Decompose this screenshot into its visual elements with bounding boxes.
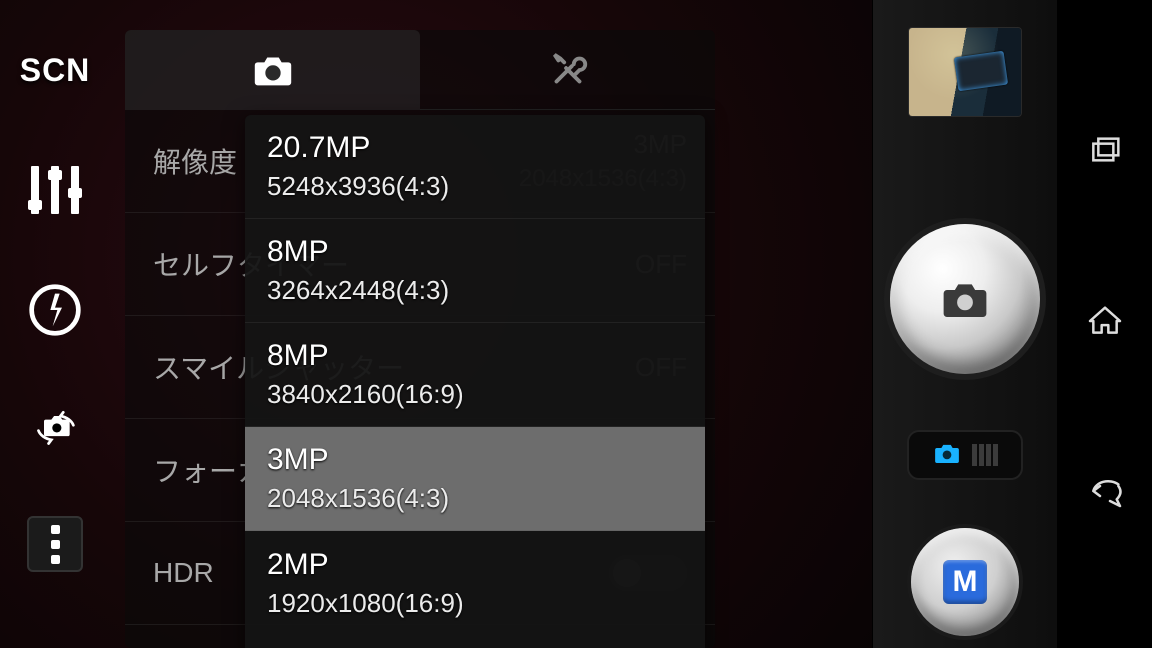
recent-apps-button[interactable]	[1085, 132, 1125, 177]
resolution-option[interactable]: 8MP 3264x2448(4:3)	[245, 219, 705, 323]
adjustments-button[interactable]	[20, 160, 90, 220]
camera-control-strip: M	[872, 0, 1057, 648]
switch-camera-icon	[33, 405, 77, 449]
more-button[interactable]	[20, 514, 90, 574]
resolution-option[interactable]: 2MP 1920x1080(16:9)	[245, 531, 705, 635]
camera-icon	[938, 272, 992, 326]
setting-label: 解像度	[153, 141, 237, 181]
scene-mode-button[interactable]: SCN	[20, 40, 90, 100]
android-navbar	[1057, 0, 1152, 648]
home-icon	[1085, 301, 1125, 341]
tab-tools[interactable]	[420, 30, 715, 110]
recent-apps-icon	[1085, 132, 1125, 172]
left-sidebar: SCN	[0, 0, 110, 648]
shutter-button[interactable]	[890, 224, 1040, 374]
mode-dial[interactable]: M	[911, 528, 1019, 636]
photo-mode-icon	[932, 438, 962, 473]
photo-video-toggle[interactable]	[907, 430, 1023, 480]
tools-icon	[545, 47, 591, 93]
tab-camera[interactable]	[125, 30, 420, 110]
settings-tabs	[125, 30, 715, 110]
setting-label: HDR	[153, 557, 214, 589]
resolution-option-selected[interactable]: 3MP 2048x1536(4:3)	[245, 427, 705, 531]
mode-dial-letter: M	[943, 560, 987, 604]
resolution-option[interactable]: 20.7MP 5248x3936(4:3)	[245, 115, 705, 219]
sliders-icon	[27, 166, 83, 214]
more-icon	[27, 516, 83, 572]
back-button[interactable]	[1085, 471, 1125, 516]
gallery-thumbnail[interactable]	[909, 28, 1021, 116]
resolution-option[interactable]: 8MP 3840x2160(16:9)	[245, 323, 705, 427]
resolution-popup: 20.7MP 5248x3936(4:3) 8MP 3264x2448(4:3)…	[245, 115, 705, 648]
flash-off-icon	[27, 282, 83, 338]
flash-button[interactable]	[20, 280, 90, 340]
switch-camera-button[interactable]	[19, 400, 91, 454]
home-button[interactable]	[1085, 301, 1125, 346]
back-icon	[1085, 471, 1125, 511]
video-mode-icon	[972, 444, 998, 466]
camera-icon	[250, 47, 296, 93]
